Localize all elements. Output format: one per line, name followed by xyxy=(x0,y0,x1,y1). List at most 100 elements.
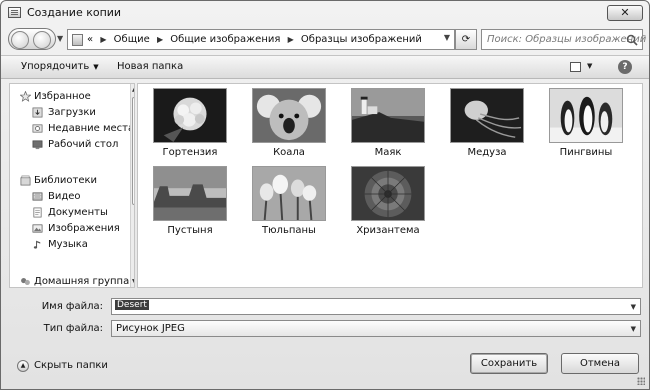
nav-video[interactable]: Видео xyxy=(10,190,128,205)
file-item[interactable]: Тюльпаны xyxy=(244,162,334,238)
file-name: Маяк xyxy=(374,147,402,158)
desktop-icon xyxy=(32,140,43,150)
file-item[interactable]: Хризантема xyxy=(343,162,433,238)
recent-pages-chevron-icon[interactable]: ▼ xyxy=(57,34,63,43)
view-chevron-down-icon[interactable]: ▼ xyxy=(587,62,592,70)
nav-homegroup[interactable]: Домашняя группа xyxy=(10,275,130,287)
search-input[interactable]: Поиск: Образцы изображений xyxy=(481,29,647,50)
breadcrumb-item[interactable]: Образцы изображений xyxy=(301,34,422,45)
chevron-down-icon: ▼ xyxy=(93,63,99,71)
file-name: Коала xyxy=(273,147,305,158)
navigation-pane: Избранное Загрузки Недавние места Рабочи… xyxy=(9,83,135,288)
breadcrumb-item[interactable]: Общие изображения xyxy=(170,34,280,45)
scroll-down-arrow-icon[interactable]: ▼ xyxy=(132,278,134,285)
file-name: Гортензия xyxy=(162,147,218,158)
breadcrumb-separator-icon[interactable]: ▶ xyxy=(288,35,294,44)
penguins-thumbnail xyxy=(549,88,623,143)
recent-places-icon xyxy=(32,124,43,133)
jellyfish-thumbnail xyxy=(450,88,524,143)
save-dialog: Создание копии ✕ ▼ « ▶ Общие ▶ Общие изо… xyxy=(0,0,650,390)
organize-label: Упорядочить xyxy=(21,61,90,72)
close-button[interactable]: ✕ xyxy=(607,5,643,21)
filetype-value: Рисунок JPEG xyxy=(116,323,185,334)
breadcrumb-separator-icon[interactable]: ▶ xyxy=(100,35,106,44)
filename-field[interactable]: Desert ▼ xyxy=(111,298,641,315)
desert-thumbnail xyxy=(153,166,227,221)
help-icon[interactable]: ? xyxy=(618,60,632,74)
file-name: Медуза xyxy=(467,147,507,158)
history-buttons xyxy=(8,28,56,50)
scroll-thumb[interactable] xyxy=(132,97,134,205)
chevron-down-icon[interactable]: ▼ xyxy=(631,325,636,333)
nav-label: Изображения xyxy=(48,223,120,234)
address-bar[interactable]: « ▶ Общие ▶ Общие изображения ▶ Образцы … xyxy=(67,29,455,50)
libraries-icon xyxy=(20,175,31,186)
scroll-up-arrow-icon[interactable]: ▲ xyxy=(132,86,134,93)
nav-scrollbar[interactable]: ▲ ▼ xyxy=(130,84,134,287)
breadcrumb-item[interactable]: Общие xyxy=(114,34,150,45)
nav-label: Библиотеки xyxy=(34,175,98,186)
chrysanthemum-thumbnail xyxy=(351,166,425,221)
search-placeholder: Поиск: Образцы изображений xyxy=(487,34,647,45)
cancel-button[interactable]: Отмена xyxy=(561,353,639,374)
nav-pictures[interactable]: Изображения xyxy=(10,222,128,237)
window-title: Создание копии xyxy=(27,6,122,19)
file-item[interactable]: Коала xyxy=(244,84,334,160)
music-icon xyxy=(33,240,41,249)
file-item[interactable]: Маяк xyxy=(343,84,433,160)
nav-favorites[interactable]: Избранное xyxy=(10,90,128,105)
navigation-row: ▼ « ▶ Общие ▶ Общие изображения ▶ Образц… xyxy=(1,25,649,55)
view-options-icon[interactable] xyxy=(570,62,581,72)
nav-label: Домашняя группа xyxy=(34,276,130,287)
breadcrumb-overflow[interactable]: « xyxy=(87,34,93,45)
dialog-icon xyxy=(8,7,21,18)
breadcrumb: « ▶ Общие ▶ Общие изображения ▶ Образцы … xyxy=(87,34,422,45)
nav-label: Рабочий стол xyxy=(48,139,119,150)
nav-label: Видео xyxy=(48,191,81,202)
nav-recent-places[interactable]: Недавние места xyxy=(10,122,134,137)
file-name: Тюльпаны xyxy=(262,225,316,236)
star-icon xyxy=(20,91,31,102)
tulips-thumbnail xyxy=(252,166,326,221)
nav-label: Документы xyxy=(48,207,108,218)
nav-label: Избранное xyxy=(34,91,91,102)
file-name: Хризантема xyxy=(356,225,420,236)
nav-music[interactable]: Музыка xyxy=(10,238,128,253)
downloads-icon xyxy=(32,107,43,118)
filename-value: Desert xyxy=(115,300,149,310)
refresh-icon: ⟳ xyxy=(461,34,471,45)
breadcrumb-separator-icon[interactable]: ▶ xyxy=(157,35,163,44)
filetype-label: Тип файла: xyxy=(43,323,103,334)
forward-button[interactable] xyxy=(33,31,51,49)
chevron-down-icon[interactable]: ▼ xyxy=(631,303,636,311)
file-list: Гортензия Коала Маяк Медуза Пингвины Пус… xyxy=(137,83,643,288)
hydrangea-thumbnail xyxy=(153,88,227,143)
back-button[interactable] xyxy=(11,31,29,49)
file-item[interactable]: Гортензия xyxy=(145,84,235,160)
organize-menu[interactable]: Упорядочить ▼ xyxy=(21,61,99,72)
lighthouse-thumbnail xyxy=(351,88,425,143)
chevron-up-icon: ▲ xyxy=(17,360,29,372)
search-icon[interactable] xyxy=(626,34,638,46)
folder-icon xyxy=(72,34,83,46)
nav-label: Недавние места xyxy=(48,123,135,134)
new-folder-button[interactable]: Новая папка xyxy=(117,61,183,72)
nav-downloads[interactable]: Загрузки xyxy=(10,106,128,121)
file-item[interactable]: Пингвины xyxy=(541,84,631,160)
filetype-select[interactable]: Рисунок JPEG ▼ xyxy=(111,320,641,337)
file-name: Пустыня xyxy=(167,225,213,236)
file-item[interactable]: Медуза xyxy=(442,84,532,160)
resize-grip[interactable] xyxy=(637,377,645,385)
nav-desktop[interactable]: Рабочий стол xyxy=(10,138,128,153)
refresh-button[interactable]: ⟳ xyxy=(455,29,477,50)
nav-label: Музыка xyxy=(48,239,88,250)
nav-label: Загрузки xyxy=(48,107,96,118)
title-bar: Создание копии ✕ xyxy=(1,1,649,25)
save-button[interactable]: Сохранить xyxy=(470,353,548,374)
nav-libraries[interactable]: Библиотеки xyxy=(10,174,128,189)
nav-documents[interactable]: Документы xyxy=(10,206,128,221)
file-item[interactable]: Пустыня xyxy=(145,162,235,238)
homegroup-icon xyxy=(21,278,30,285)
documents-icon xyxy=(33,207,42,218)
address-dropdown-icon[interactable]: ▼ xyxy=(444,33,450,42)
